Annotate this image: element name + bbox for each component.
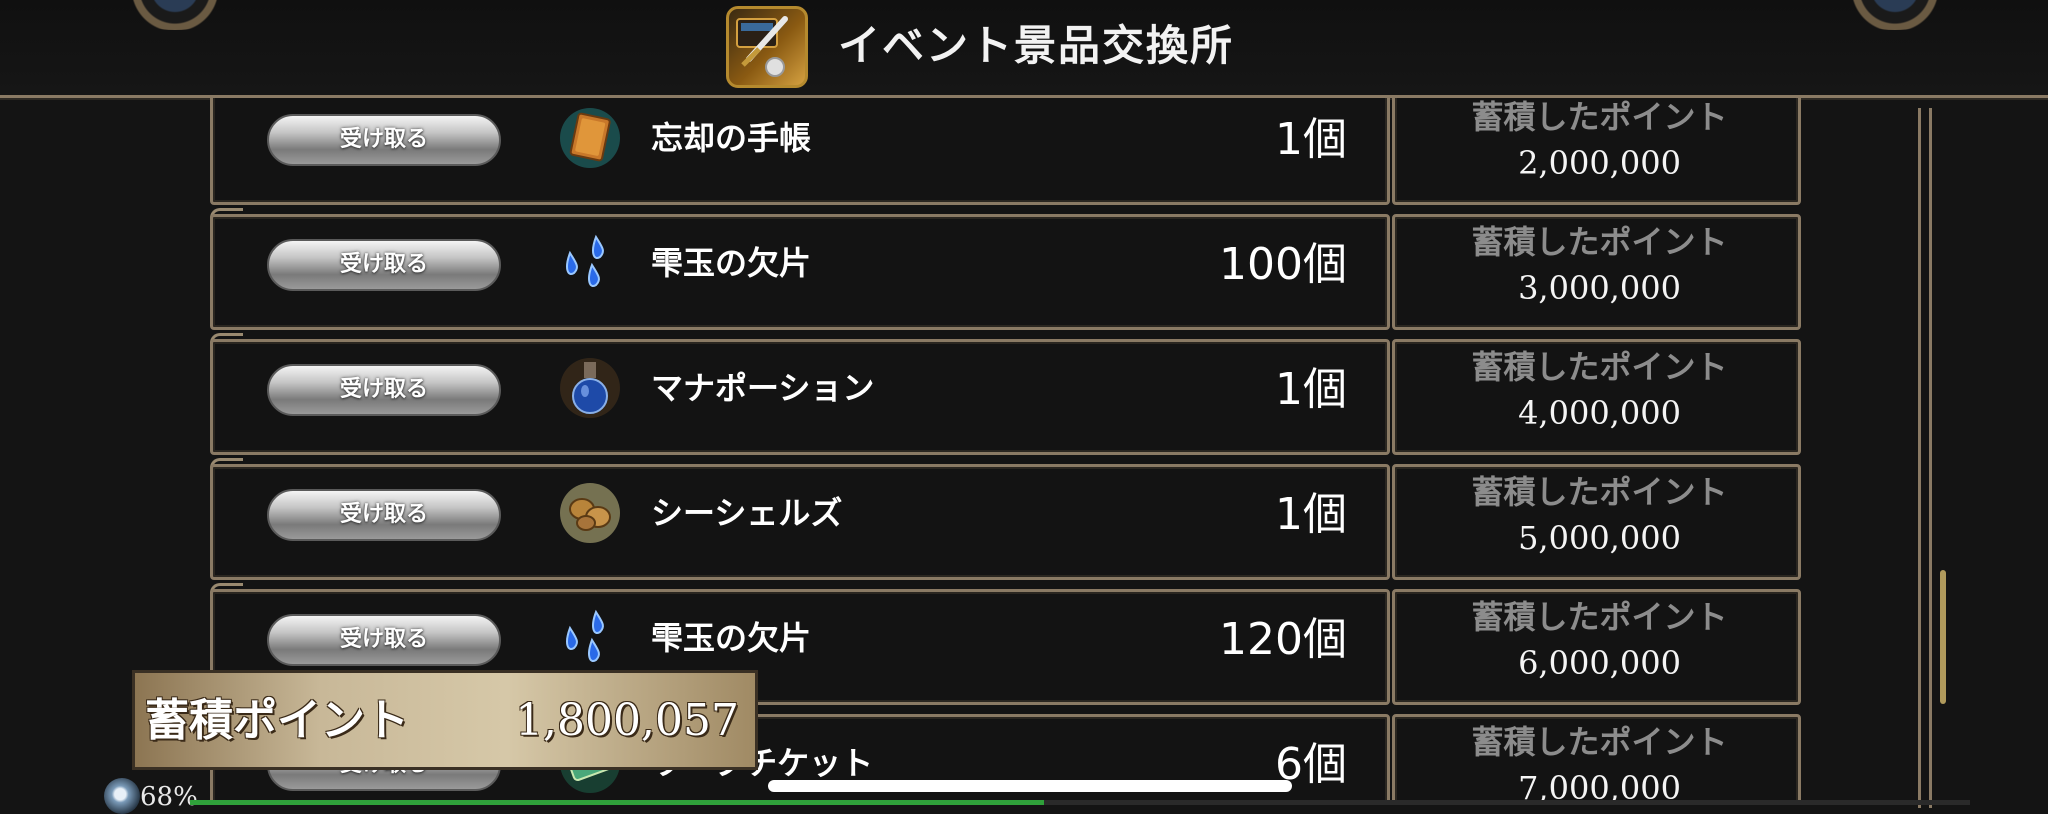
- required-points-panel: 蓄積したポイント 7,000,000: [1392, 714, 1801, 802]
- scrollbar-track[interactable]: [1918, 108, 1932, 808]
- reward-item-panel: 受け取る 忘却の手帳 1個: [210, 98, 1390, 205]
- blue-droplets-icon: [556, 604, 624, 672]
- item-quantity: 1個: [1275, 364, 1347, 415]
- accumulated-points-label: 蓄積ポイント: [145, 695, 409, 746]
- required-points-label: 蓄積したポイント: [1471, 723, 1728, 761]
- potion-icon: [556, 354, 624, 422]
- reward-row: 受け取る シーシェルズ 1個 蓄積したポイント 5,000,000: [210, 458, 1801, 580]
- accumulated-points-value: 1,800,057: [515, 695, 739, 746]
- required-points-label: 蓄積したポイント: [1471, 473, 1728, 511]
- accumulated-points-panel: 蓄積ポイント 1,800,057: [132, 670, 758, 770]
- item-name: マナポーション: [651, 369, 875, 407]
- shells-icon: [556, 479, 624, 547]
- item-quantity: 120個: [1219, 614, 1347, 665]
- receive-button[interactable]: 受け取る: [267, 614, 501, 666]
- required-points-value: 6,000,000: [1518, 644, 1681, 682]
- corner-ornament-left: [110, 0, 240, 30]
- progress-bar: [190, 800, 1970, 805]
- required-points-value: 4,000,000: [1518, 394, 1681, 432]
- item-quantity: 1個: [1275, 114, 1347, 165]
- required-points-label: 蓄積したポイント: [1471, 98, 1728, 136]
- required-points-panel: 蓄積したポイント 2,000,000: [1392, 98, 1801, 205]
- progress-bar-fill: [190, 800, 1045, 805]
- required-points-value: 2,000,000: [1518, 144, 1681, 182]
- treasure-chest-sword-icon: [726, 6, 808, 88]
- reward-item-panel: 受け取る シーシェルズ 1個: [210, 464, 1390, 580]
- required-points-label: 蓄積したポイント: [1471, 598, 1728, 636]
- required-points-label: 蓄積したポイント: [1471, 348, 1728, 386]
- required-points-panel: 蓄積したポイント 3,000,000: [1392, 214, 1801, 330]
- page-title: イベント景品交換所: [838, 21, 1235, 70]
- item-name: 雫玉の欠片: [651, 619, 812, 657]
- required-points-panel: 蓄積したポイント 4,000,000: [1392, 339, 1801, 455]
- required-points-value: 3,000,000: [1518, 269, 1681, 307]
- battery-orb-icon: [104, 778, 140, 814]
- battery-percent: 68%: [140, 782, 198, 812]
- required-points-value: 5,000,000: [1518, 519, 1681, 557]
- book-icon: [556, 104, 624, 172]
- item-name: シーシェルズ: [651, 494, 843, 532]
- item-name: 雫玉の欠片: [651, 244, 812, 282]
- required-points-value: 7,000,000: [1518, 769, 1681, 802]
- receive-button[interactable]: 受け取る: [267, 364, 501, 416]
- required-points-panel: 蓄積したポイント 5,000,000: [1392, 464, 1801, 580]
- required-points-label: 蓄積したポイント: [1471, 223, 1728, 261]
- corner-ornament-right: [1830, 0, 1960, 30]
- reward-row: 受け取る マナポーション 1個 蓄積したポイント 4,000,000: [210, 333, 1801, 455]
- home-indicator[interactable]: [768, 780, 1292, 792]
- reward-item-panel: 受け取る マナポーション 1個: [210, 339, 1390, 455]
- receive-button[interactable]: 受け取る: [267, 114, 501, 166]
- header-bar: イベント景品交換所: [0, 0, 2048, 98]
- reward-row: 受け取る 忘却の手帳 1個 蓄積したポイント 2,000,000: [210, 98, 1801, 205]
- item-name: 忘却の手帳: [651, 119, 812, 157]
- reward-item-panel: 受け取る 雫玉の欠片 100個: [210, 214, 1390, 330]
- reward-row: 受け取る 雫玉の欠片 100個 蓄積したポイント 3,000,000: [210, 208, 1801, 330]
- receive-button[interactable]: 受け取る: [267, 239, 501, 291]
- blue-droplets-icon: [556, 229, 624, 297]
- required-points-panel: 蓄積したポイント 6,000,000: [1392, 589, 1801, 705]
- item-quantity: 100個: [1219, 239, 1347, 290]
- scrollbar-thumb[interactable]: [1940, 570, 1946, 704]
- receive-button[interactable]: 受け取る: [267, 489, 501, 541]
- item-quantity: 1個: [1275, 489, 1347, 540]
